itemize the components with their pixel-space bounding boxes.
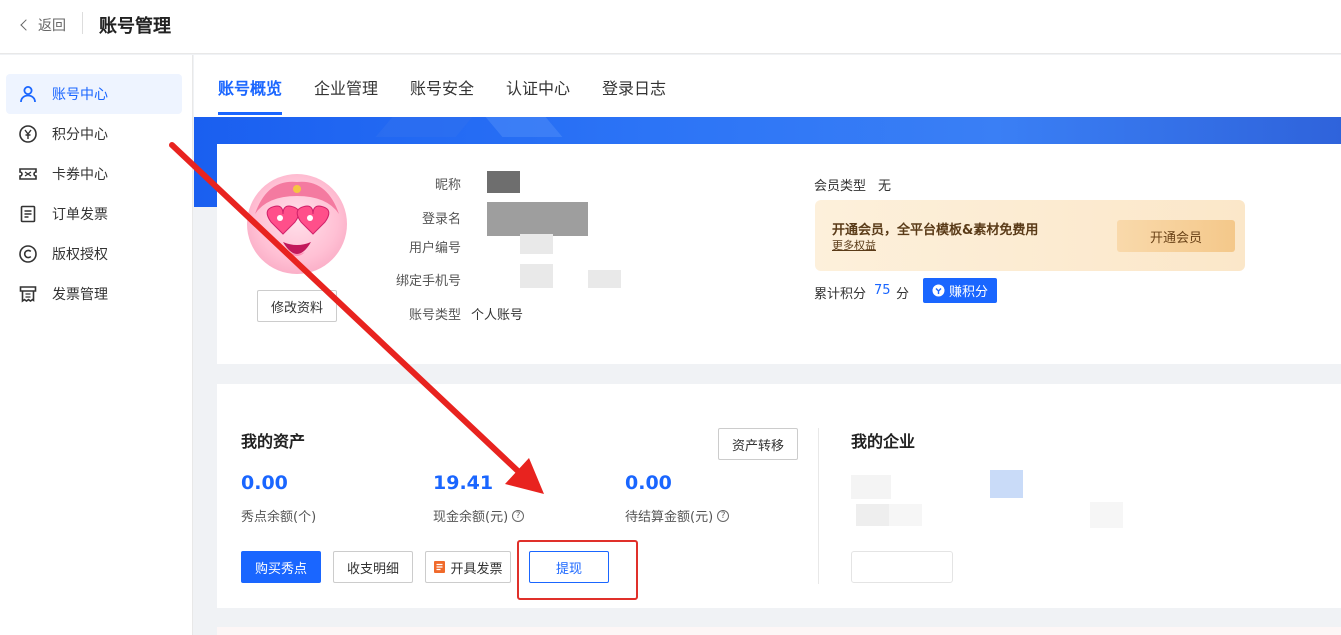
sidebar: 账号中心 积分中心 卡券中心 订单发票 版权授权 发票管理 bbox=[0, 55, 193, 635]
phone-label: 绑定手机号 bbox=[395, 274, 461, 289]
sidebar-item-label: 账号中心 bbox=[52, 87, 108, 103]
more-benefits-link[interactable]: 更多权益 bbox=[832, 237, 876, 253]
user-icon bbox=[20, 86, 36, 103]
tab-enterprise[interactable]: 企业管理 bbox=[314, 75, 378, 99]
promo-title: 开通会员，全平台模板&素材免费用 bbox=[832, 223, 1039, 238]
banner-decoration bbox=[485, 117, 563, 137]
top-bar: 返回 账号管理 bbox=[0, 0, 1341, 54]
account-type-value: 个人账号 bbox=[471, 308, 524, 323]
help-icon[interactable]: ? bbox=[512, 509, 525, 522]
sidebar-item-coupon-center[interactable]: 卡券中心 bbox=[6, 154, 182, 194]
banner-decoration bbox=[375, 117, 473, 137]
open-membership-button[interactable]: 开通会员 bbox=[1117, 220, 1235, 252]
transaction-detail-button[interactable]: 收支明细 bbox=[333, 551, 413, 583]
sidebar-item-copyright[interactable]: 版权授权 bbox=[6, 234, 182, 274]
page-title: 账号管理 bbox=[99, 16, 171, 37]
points-value: 75 bbox=[874, 283, 891, 298]
amount-label-text: 秀点余额(个) bbox=[241, 510, 317, 525]
sidebar-item-label: 卡券中心 bbox=[52, 167, 108, 183]
tab-bar: 账号概览 企业管理 账号安全 认证中心 登录日志 bbox=[194, 55, 1341, 117]
coin-icon bbox=[932, 284, 945, 297]
avatar-image bbox=[255, 181, 339, 256]
my-enterprise-title: 我的企业 bbox=[851, 432, 916, 451]
enterprise-info-redacted bbox=[1090, 502, 1123, 528]
enterprise-info-redacted bbox=[889, 504, 922, 526]
topbar-divider bbox=[82, 12, 83, 34]
sidebar-item-label: 积分中心 bbox=[52, 127, 108, 143]
buy-xiudian-button[interactable]: 购买秀点 bbox=[241, 551, 321, 583]
enterprise-action-redacted bbox=[851, 551, 953, 583]
pending-amount-value: 0.00 bbox=[625, 472, 672, 494]
active-tab-indicator bbox=[218, 112, 282, 115]
profile-card: 修改资料 昵称 登录名 用户编号 绑定手机号 账号类型 个人账号 会员类型 无 … bbox=[217, 144, 1341, 364]
sidebar-item-label: 订单发票 bbox=[52, 207, 108, 223]
member-type-value: 无 bbox=[878, 179, 892, 194]
help-icon[interactable]: ? bbox=[717, 509, 730, 522]
invoice-icon bbox=[434, 561, 446, 573]
tab-security[interactable]: 账号安全 bbox=[410, 75, 474, 99]
sidebar-item-label: 版权授权 bbox=[52, 247, 108, 263]
enterprise-info-redacted bbox=[851, 475, 891, 499]
tab-account-overview[interactable]: 账号概览 bbox=[218, 75, 282, 99]
login-name-value-redacted bbox=[487, 202, 588, 236]
back-button[interactable]: 返回 bbox=[20, 15, 66, 35]
sidebar-item-points-center[interactable]: 积分中心 bbox=[6, 114, 182, 154]
points-label: 累计积分 bbox=[814, 287, 867, 302]
xiudian-balance-value: 0.00 bbox=[241, 472, 288, 494]
coupon-icon bbox=[19, 168, 37, 180]
copyright-icon bbox=[19, 245, 37, 263]
phone-value-redacted bbox=[520, 264, 553, 288]
membership-promo: 开通会员，全平台模板&素材免费用 更多权益 开通会员 bbox=[815, 200, 1245, 271]
asset-transfer-button[interactable]: 资产转移 bbox=[718, 428, 798, 460]
tab-login-log[interactable]: 登录日志 bbox=[602, 75, 666, 99]
my-assets-title: 我的资产 bbox=[241, 432, 306, 451]
login-name-label: 登录名 bbox=[421, 212, 461, 227]
earn-points-button[interactable]: 赚积分 bbox=[923, 278, 997, 303]
phone-value-redacted bbox=[588, 270, 621, 288]
points-icon bbox=[19, 125, 37, 143]
user-id-value-redacted bbox=[520, 234, 553, 254]
section-divider bbox=[818, 428, 819, 584]
document-icon bbox=[20, 205, 36, 223]
nickname-value-redacted bbox=[487, 171, 520, 193]
sidebar-item-label: 发票管理 bbox=[52, 287, 108, 303]
amount-label-text: 现金余额(元) bbox=[433, 510, 509, 525]
cash-balance-value: 19.41 bbox=[433, 472, 494, 494]
enterprise-info-redacted bbox=[856, 504, 889, 526]
main-content: 账号概览 企业管理 账号安全 认证中心 登录日志 修改资料 昵称 登录名 用户编… bbox=[194, 55, 1341, 635]
enterprise-info-redacted bbox=[990, 470, 1023, 498]
earn-points-label: 赚积分 bbox=[948, 285, 988, 300]
points-unit: 分 bbox=[896, 287, 910, 302]
member-type-label: 会员类型 bbox=[814, 179, 867, 194]
sidebar-item-order-invoice[interactable]: 订单发票 bbox=[6, 194, 182, 234]
chevron-left-icon bbox=[20, 19, 32, 31]
issue-invoice-label: 开具发票 bbox=[450, 561, 503, 577]
pending-amount-label: 待结算金额(元) ? bbox=[625, 506, 730, 525]
issue-invoice-button[interactable]: 开具发票 bbox=[425, 551, 511, 583]
tab-certification[interactable]: 认证中心 bbox=[506, 75, 570, 99]
assets-card: 我的资产 资产转移 0.00 秀点余额(个) 19.41 现金余额(元) ? 0… bbox=[217, 384, 1341, 608]
nickname-label: 昵称 bbox=[434, 178, 461, 193]
next-card-edge bbox=[217, 627, 1341, 635]
invoice-icon bbox=[19, 286, 37, 303]
cash-balance-label: 现金余额(元) ? bbox=[433, 506, 525, 525]
back-label: 返回 bbox=[38, 18, 66, 34]
xiudian-balance-label: 秀点余额(个) bbox=[241, 506, 316, 525]
sidebar-item-invoice-management[interactable]: 发票管理 bbox=[6, 274, 182, 314]
withdraw-button[interactable]: 提现 bbox=[529, 551, 609, 583]
account-type-label: 账号类型 bbox=[408, 308, 461, 323]
avatar[interactable] bbox=[247, 174, 347, 274]
amount-label-text: 待结算金额(元) bbox=[625, 510, 714, 525]
user-id-label: 用户编号 bbox=[408, 241, 461, 256]
sidebar-item-account-center[interactable]: 账号中心 bbox=[6, 74, 182, 114]
edit-profile-button[interactable]: 修改资料 bbox=[257, 290, 337, 322]
